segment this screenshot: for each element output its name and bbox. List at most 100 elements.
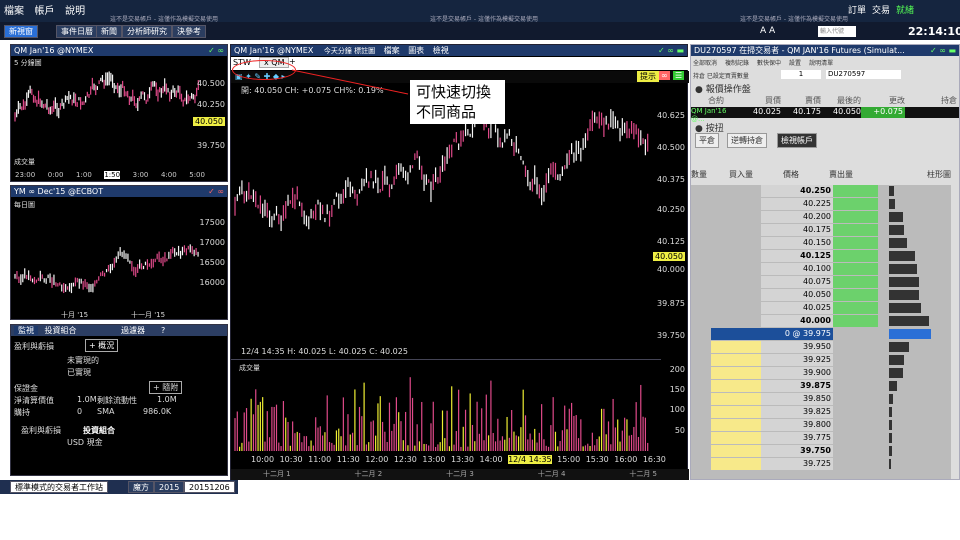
ladder-row[interactable]: 40.125 [691,250,949,262]
bid-cell[interactable] [711,458,761,470]
price-ladder[interactable]: 40.250 40.225 40.200 40.175 40.150 40.125 40.1… [691,185,951,479]
menu-trade[interactable]: 交易 [872,3,890,16]
tab-cube[interactable]: 魔方 [128,481,154,493]
interval-menu[interactable]: 今天分鐘 標註圖 [324,47,375,55]
quantity-stepper[interactable]: 1 [781,70,821,79]
panel-header[interactable]: YM ∞ Dec'15 @ECBOT ✓ ∞ [11,186,227,197]
news-button[interactable]: 新聞 [96,25,122,38]
link-icon[interactable]: ∞ [659,71,670,80]
event-calendar-button[interactable]: 事件日曆 [56,25,98,38]
attach-button[interactable]: + 隨附 [149,381,183,394]
list-icon[interactable]: ☰ [673,71,685,80]
ask-cell[interactable] [833,224,878,236]
bid-cell[interactable] [711,341,761,353]
ladder-row[interactable]: 40.175 [691,224,949,236]
ladder-row[interactable]: 39.800 [691,419,949,431]
menu-file[interactable]: 檔案 [384,46,400,55]
menu-chart[interactable]: 圖表 [408,46,424,55]
ladder-row[interactable]: 39.925 [691,354,949,366]
ask-cell[interactable] [833,458,878,470]
ask-cell[interactable] [833,354,878,366]
ask-cell[interactable] [833,289,878,301]
copy-log-button[interactable]: 複制記錄 [725,58,749,67]
quick-save-button[interactable]: 數快保中 [757,58,781,67]
ladder-row[interactable]: 39.725 [691,458,949,470]
ask-cell[interactable] [833,367,878,379]
ask-cell[interactable] [833,393,878,405]
ladder-row[interactable]: 39.750 [691,445,949,457]
analyst-research-button[interactable]: 分析師研究 [122,25,172,38]
menu-view[interactable]: 檢視 [433,46,449,55]
ask-cell[interactable] [833,419,878,431]
reference-button[interactable]: 決參考 [172,25,206,38]
tab-20151206[interactable]: 20151206 [184,481,235,493]
bid-cell[interactable] [711,198,761,210]
bid-cell[interactable] [711,432,761,444]
menu-order[interactable]: 訂單 [848,3,866,16]
ladder-row[interactable]: 39.875 [691,380,949,392]
bid-cell[interactable] [711,380,761,392]
menu-file[interactable]: 檔案 [0,0,28,17]
symbol-search-input[interactable]: 輸入代號 [818,26,856,37]
ladder-row[interactable]: 39.950 [691,341,949,353]
mini-chart-qm[interactable]: QM Jan'16 @NYMEX ✓ ∞ 5 分鐘圖 40.500 40.250 … [10,44,228,182]
bid-cell[interactable] [711,276,761,288]
account-select[interactable]: DU270597 [826,70,901,79]
ladder-row[interactable]: 40.100 [691,263,949,275]
ask-cell[interactable] [833,211,878,223]
bid-cell[interactable] [711,393,761,405]
bid-cell[interactable] [711,406,761,418]
bid-cell[interactable] [711,367,761,379]
bid-cell[interactable] [711,185,761,197]
bid-cell[interactable] [711,419,761,431]
bid-cell[interactable] [711,354,761,366]
bid-cell[interactable] [711,224,761,236]
view-account-button[interactable]: 檢視帳戶 [777,133,817,148]
panel-header[interactable]: QM Jan'16 @NYMEX 今天分鐘 標註圖 檔案 圖表 檢視 ✓ ∞ ▬ [231,45,687,56]
ask-cell[interactable] [833,185,878,197]
filter-button[interactable]: 過濾器 [121,325,145,336]
quote-row[interactable]: QM Jan'16 @... 40.025 40.175 40.050 +0.075 [691,107,959,123]
ladder-row[interactable]: 40.000 [691,315,949,327]
ask-cell[interactable] [833,445,878,457]
new-window-button[interactable]: 新視窗 [4,25,38,38]
help-button[interactable]: ? [161,325,165,336]
pane-divider[interactable] [231,359,661,360]
ladder-row[interactable]: 39.825 [691,406,949,418]
ladder-row[interactable]: 40.250 [691,185,949,197]
ask-cell[interactable] [833,406,878,418]
ask-cell[interactable] [833,198,878,210]
ask-cell[interactable] [833,302,878,314]
ask-cell[interactable] [833,237,878,249]
bid-cell[interactable] [711,289,761,301]
menu-account[interactable]: 帳戶 [31,0,59,17]
ask-cell[interactable] [833,250,878,262]
cancel-all-button[interactable]: 全部取消 [693,58,717,67]
ladder-row[interactable]: 39.900 [691,367,949,379]
font-size-button[interactable]: A A [760,26,775,36]
bid-cell[interactable] [711,211,761,223]
ladder-row[interactable]: 40.050 [691,289,949,301]
ask-cell[interactable] [833,276,878,288]
ask-cell[interactable] [833,315,878,327]
tab-portfolio[interactable]: 投資組合 [45,326,77,335]
ladder-row[interactable]: 0 @ 39.975 [691,328,949,340]
ladder-row[interactable]: 40.025 [691,302,949,314]
mini-chart-ym[interactable]: YM ∞ Dec'15 @ECBOT ✓ ∞ 每日圖 17500 17000 16… [10,185,228,320]
bid-cell[interactable] [711,315,761,327]
bid-cell[interactable] [711,445,761,457]
ladder-row[interactable]: 39.775 [691,432,949,444]
bid-cell[interactable] [711,250,761,262]
close-position-button[interactable]: 平倉 [695,133,719,148]
bid-cell[interactable] [711,302,761,314]
tab-workstation[interactable]: 標準模式的交易者工作站 [10,481,108,493]
ladder-row[interactable]: 39.850 [691,393,949,405]
ask-cell[interactable] [833,328,878,340]
bid-cell[interactable] [711,328,761,340]
bid-cell[interactable] [711,237,761,249]
ask-cell[interactable] [833,380,878,392]
overview-scrollbar[interactable]: 十二月 1 十二月 2 十二月 3 十二月 4 十二月 5 [231,469,689,480]
bid-cell[interactable] [711,263,761,275]
hint-button[interactable]: 提示 [637,71,659,82]
tab-monitor[interactable]: 監視 [14,326,38,335]
